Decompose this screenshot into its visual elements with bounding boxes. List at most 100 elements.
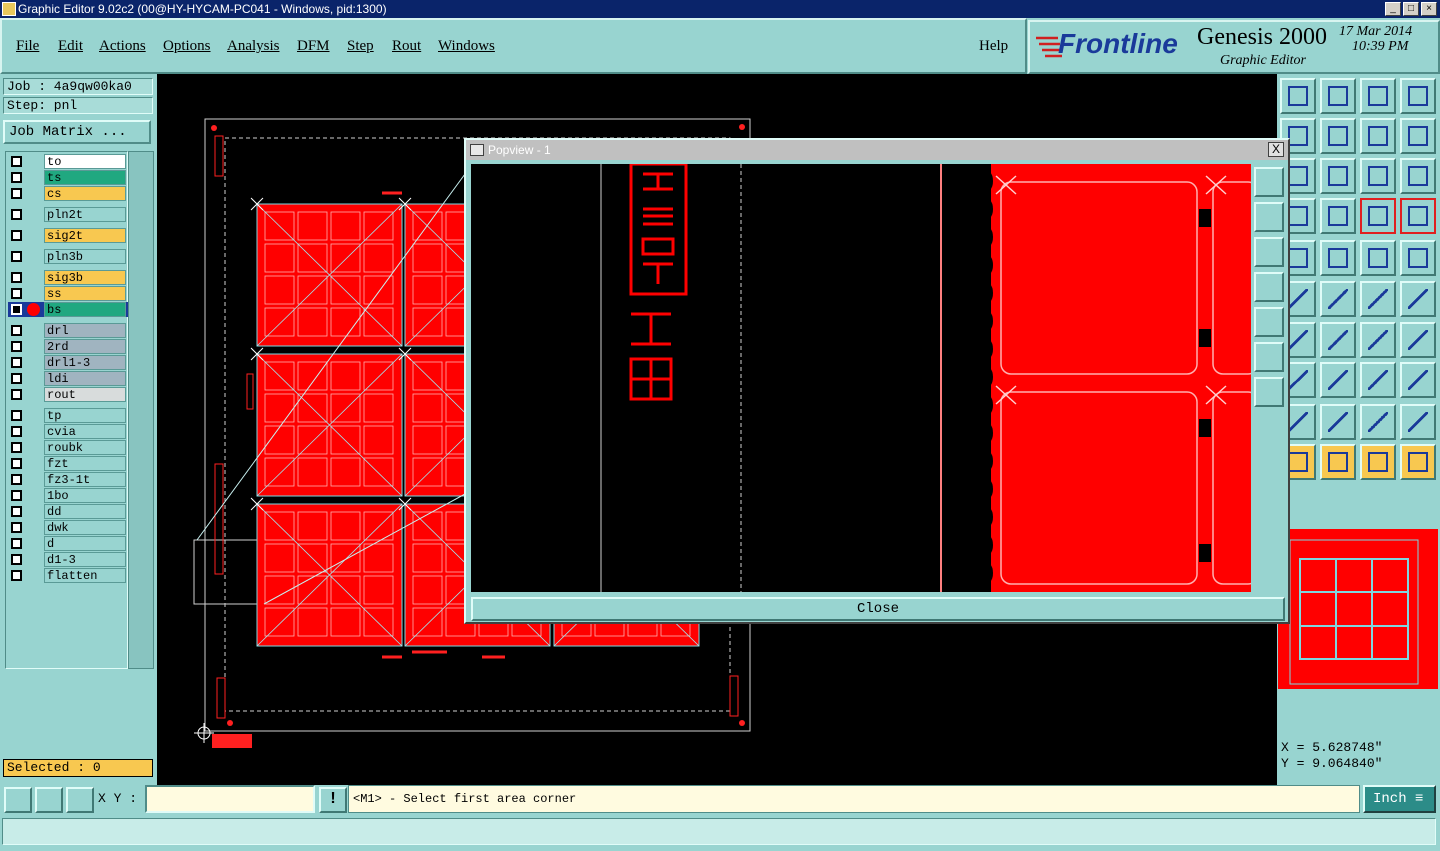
layer-row-fz3-1t[interactable]: fz3-1t [8, 472, 128, 487]
layer-row-1bo[interactable]: 1bo [8, 488, 128, 503]
menu-rout[interactable]: Rout [392, 38, 421, 55]
rotate-icon[interactable] [1400, 118, 1436, 154]
layer-checkbox[interactable] [11, 474, 22, 485]
layer-row-drl1-3[interactable]: drl1-3 [8, 355, 128, 370]
route-icon[interactable] [1400, 444, 1436, 480]
popview-close-x-button[interactable]: X [1268, 142, 1284, 157]
layer-row-drl[interactable]: drl [8, 323, 128, 338]
layer-row-cvia[interactable]: cvia [8, 424, 128, 439]
popview-pan-up-icon[interactable] [1254, 202, 1284, 232]
layer-next-icon[interactable] [1320, 118, 1356, 154]
layer-checkbox[interactable] [11, 304, 22, 315]
dimension-icon[interactable] [1360, 362, 1396, 398]
layer-row-dwk[interactable]: dwk [8, 520, 128, 535]
layer-checkbox[interactable] [11, 506, 22, 517]
layer-row-fzt[interactable]: fzt [8, 456, 128, 471]
align-icon[interactable] [1400, 322, 1436, 358]
triangle-2-icon[interactable] [1320, 404, 1356, 440]
pad-icon[interactable] [1400, 362, 1436, 398]
layer-row-bs[interactable]: bs [8, 302, 128, 317]
menu-dfm[interactable]: DFM [297, 38, 330, 55]
layer-checkbox[interactable] [11, 357, 22, 368]
popview-close-button[interactable]: Close [471, 597, 1285, 621]
ruler-icon[interactable] [1360, 240, 1396, 276]
layer-checkbox[interactable] [11, 230, 22, 241]
select-3-icon[interactable] [1360, 444, 1396, 480]
layer-checkbox[interactable] [11, 570, 22, 581]
copy-icon[interactable] [1400, 281, 1436, 317]
grid-toggle-icon[interactable] [1320, 198, 1356, 234]
step-view-icon[interactable] [1400, 78, 1436, 114]
layer-row-2rd[interactable]: 2rd [8, 339, 128, 354]
layer-checkbox[interactable] [11, 373, 22, 384]
layer-row-pln3b[interactable]: pln3b [8, 249, 128, 264]
menu-actions[interactable]: Actions [99, 38, 146, 55]
layer-row-ss[interactable]: ss [8, 286, 128, 301]
select-2-icon[interactable] [1320, 444, 1356, 480]
line-tool-icon[interactable] [1320, 362, 1356, 398]
menu-help[interactable]: Help [979, 38, 1008, 55]
layer-row-roubk[interactable]: roubk [8, 440, 128, 455]
job-matrix-button[interactable]: Job Matrix ... [3, 120, 151, 144]
layer-checkbox[interactable] [11, 272, 22, 283]
popview-pan-down-icon[interactable] [1254, 237, 1284, 267]
layer-compare-2-icon[interactable] [1400, 198, 1436, 234]
layer-checkbox[interactable] [11, 188, 22, 199]
layer-row-rout[interactable]: rout [8, 387, 128, 402]
menu-windows[interactable]: Windows [438, 38, 495, 55]
maximize-button[interactable]: □ [1403, 2, 1419, 16]
arc-icon[interactable] [1360, 322, 1396, 358]
layer-checkbox[interactable] [11, 458, 22, 469]
layer-checkbox[interactable] [11, 288, 22, 299]
layer-checkbox[interactable] [11, 172, 22, 183]
layer-row-pln2t[interactable]: pln2t [8, 207, 128, 222]
layer-row-sig2t[interactable]: sig2t [8, 228, 128, 243]
popview-pan-right-icon[interactable] [1254, 307, 1284, 337]
layer-checkbox[interactable] [11, 538, 22, 549]
menu-file[interactable]: File [16, 38, 39, 55]
menu-analysis[interactable]: Analysis [227, 38, 280, 55]
menu-edit[interactable]: Edit [58, 38, 83, 55]
layer-checkbox[interactable] [11, 389, 22, 400]
layer-checkbox[interactable] [11, 426, 22, 437]
popview-title-bar[interactable]: Popview - 1 X [466, 140, 1288, 160]
menu-step[interactable]: Step [347, 38, 374, 55]
layer-checkbox[interactable] [11, 442, 22, 453]
layer-compare-icon[interactable] [1360, 198, 1396, 234]
triangle-4-icon[interactable] [1400, 404, 1436, 440]
minimize-button[interactable]: _ [1385, 2, 1401, 16]
popview-canvas[interactable] [471, 164, 1251, 592]
layer-row-dd[interactable]: dd [8, 504, 128, 519]
measure-icon[interactable] [35, 787, 63, 813]
close-window-button[interactable]: × [1421, 2, 1437, 16]
up-level-icon[interactable] [1280, 78, 1316, 114]
layer-checkbox[interactable] [11, 325, 22, 336]
grid-icon[interactable] [66, 787, 94, 813]
xy-input[interactable] [145, 785, 315, 813]
down-level-icon[interactable] [1320, 78, 1356, 114]
layer-row-flatten[interactable]: flatten [8, 568, 128, 583]
alert-button[interactable]: ! [319, 787, 347, 813]
pan-icon[interactable] [1320, 158, 1356, 194]
layer-checkbox[interactable] [11, 522, 22, 533]
home-icon[interactable] [1360, 78, 1396, 114]
popview-pan-left-icon[interactable] [1254, 272, 1284, 302]
unit-selector[interactable]: Inch ≡ [1363, 785, 1436, 813]
mirror-icon[interactable] [1360, 118, 1396, 154]
move-icon[interactable] [1360, 281, 1396, 317]
layer-row-d1-3[interactable]: d1-3 [8, 552, 128, 567]
overview-preview[interactable] [1278, 529, 1438, 689]
layer-row-d[interactable]: d [8, 536, 128, 551]
layer-checkbox[interactable] [11, 554, 22, 565]
snap-line-icon[interactable] [1320, 240, 1356, 276]
menu-options[interactable]: Options [163, 38, 211, 55]
layer-row-ts[interactable]: ts [8, 170, 128, 185]
layer-checkbox[interactable] [11, 156, 22, 167]
snap-icon[interactable] [4, 787, 32, 813]
layer-row-to[interactable]: to [8, 154, 128, 169]
layer-checkbox[interactable] [11, 410, 22, 421]
slash-icon[interactable] [1320, 322, 1356, 358]
popview-zoom-icon[interactable] [1254, 167, 1284, 197]
layer-checkbox[interactable] [11, 341, 22, 352]
popview-fit-icon[interactable] [1254, 342, 1284, 372]
